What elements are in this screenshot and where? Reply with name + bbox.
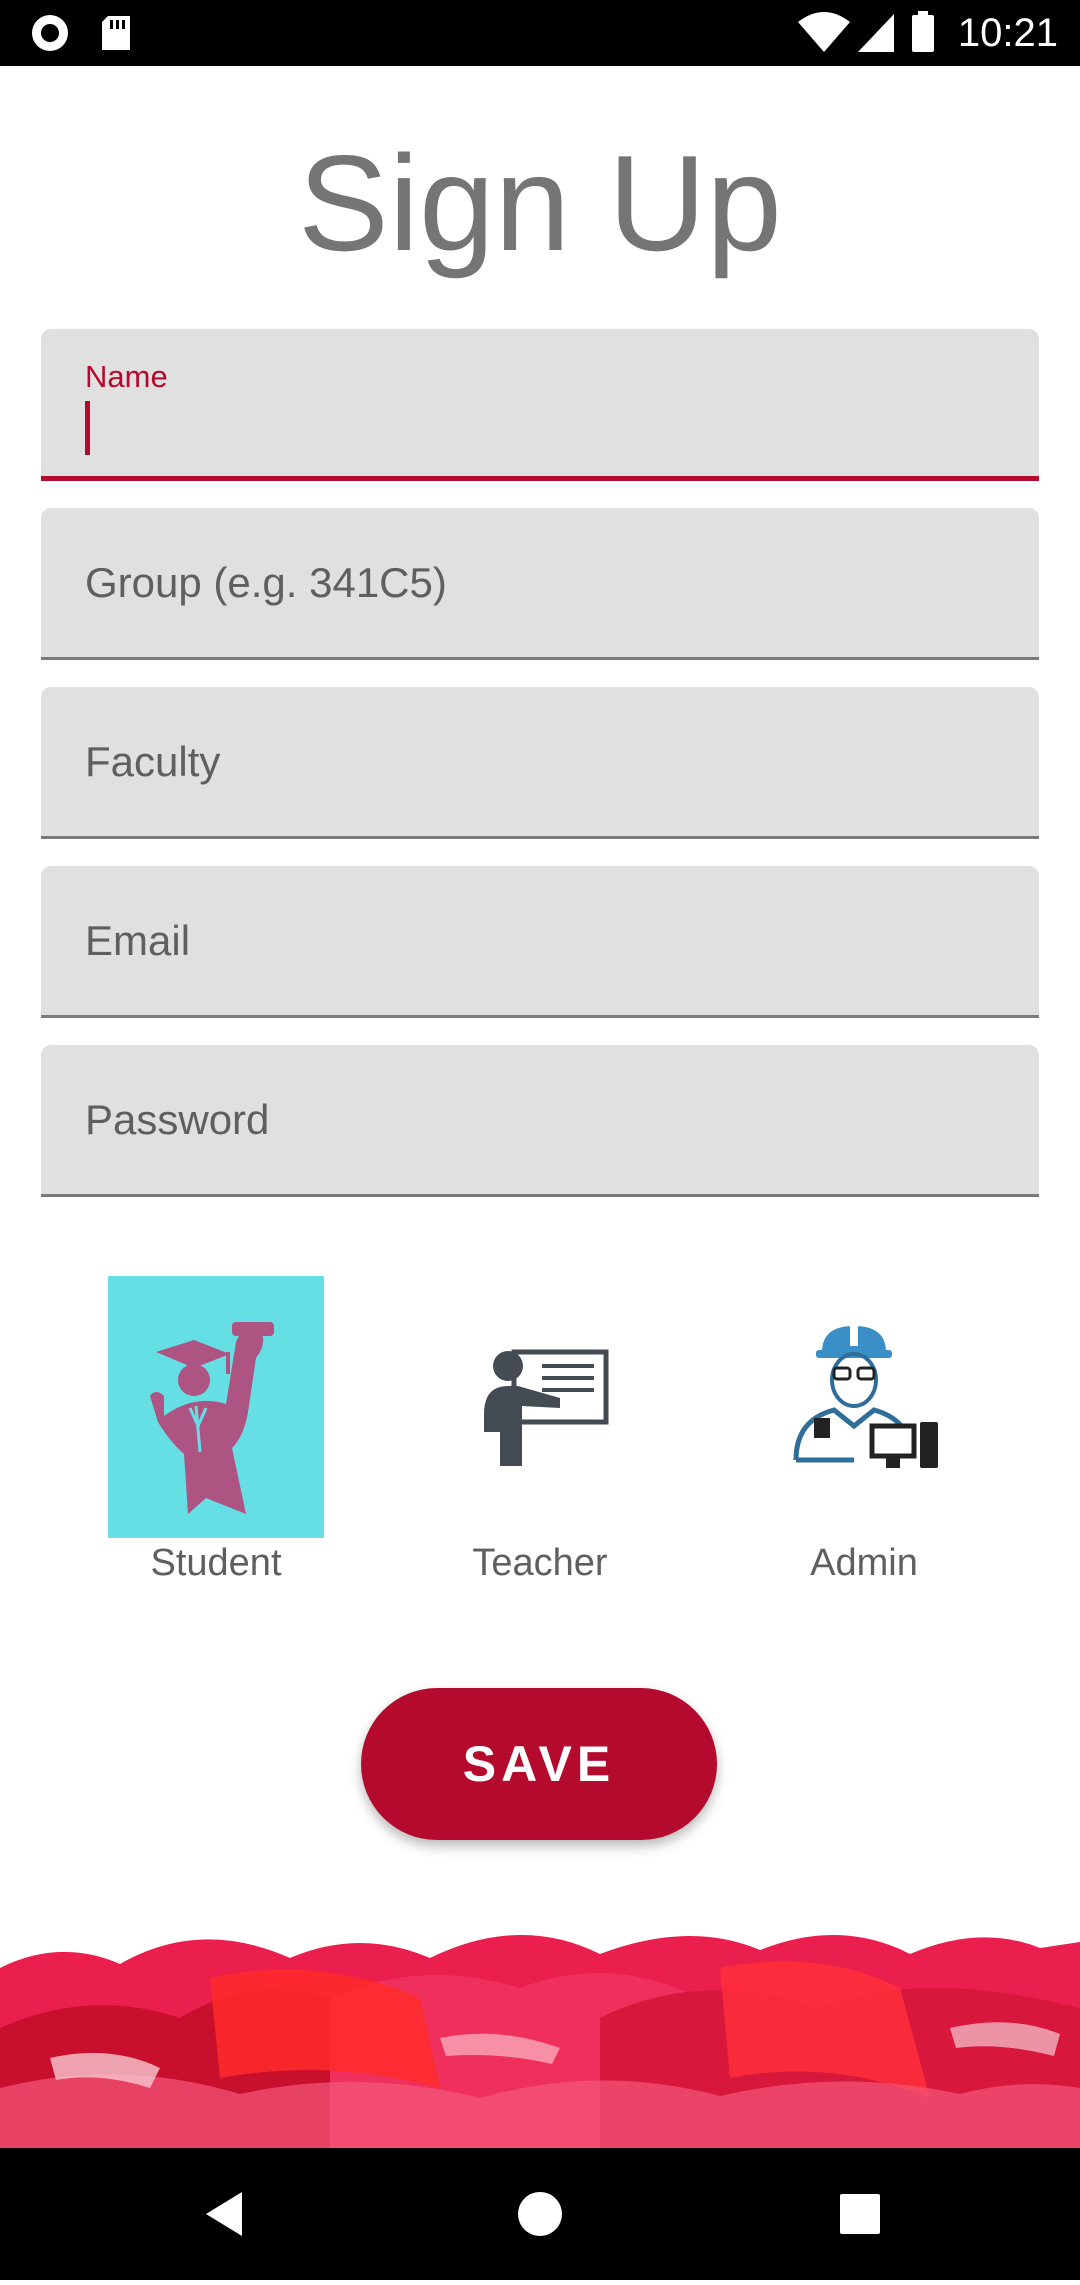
role-teacher[interactable]: Teacher [432, 1276, 648, 1596]
page-title: Sign Up [298, 127, 782, 279]
role-admin-tile [756, 1276, 972, 1538]
sd-card-icon [96, 0, 136, 71]
status-clock: 10:21 [957, 11, 1058, 55]
save-button[interactable]: SAVE [361, 1688, 717, 1840]
password-field[interactable]: Password [41, 1045, 1039, 1197]
role-teacher-tile [432, 1276, 648, 1538]
back-icon[interactable] [156, 2148, 288, 2280]
navigation-bar [0, 2148, 1080, 2280]
group-field[interactable]: Group (e.g. 341C5) [41, 508, 1039, 660]
status-bar: 10:21 [0, 0, 1080, 66]
group-field-placeholder: Group (e.g. 341C5) [85, 559, 447, 606]
recents-icon[interactable] [794, 2148, 926, 2280]
email-field-placeholder: Email [85, 917, 191, 964]
role-teacher-label: Teacher [472, 1542, 608, 1584]
role-admin-label: Admin [810, 1542, 918, 1584]
role-student-label: Student [150, 1542, 282, 1584]
faculty-field-placeholder: Faculty [85, 738, 221, 785]
email-field[interactable]: Email [41, 866, 1039, 1018]
name-field-label: Name [85, 359, 168, 394]
brush-stroke-banner [0, 1858, 1080, 2148]
record-icon [28, 0, 72, 71]
battery-icon [908, 0, 940, 71]
text-caret [85, 401, 90, 455]
role-student[interactable]: Student [108, 1276, 324, 1596]
role-student-tile [108, 1276, 324, 1538]
faculty-field[interactable]: Faculty [41, 687, 1039, 839]
password-field-placeholder: Password [85, 1096, 270, 1143]
role-admin[interactable]: Admin [756, 1276, 972, 1596]
home-icon[interactable] [474, 2148, 606, 2280]
cell-signal-icon [856, 0, 896, 71]
wifi-icon [796, 0, 852, 71]
name-field[interactable]: Name [41, 329, 1039, 481]
